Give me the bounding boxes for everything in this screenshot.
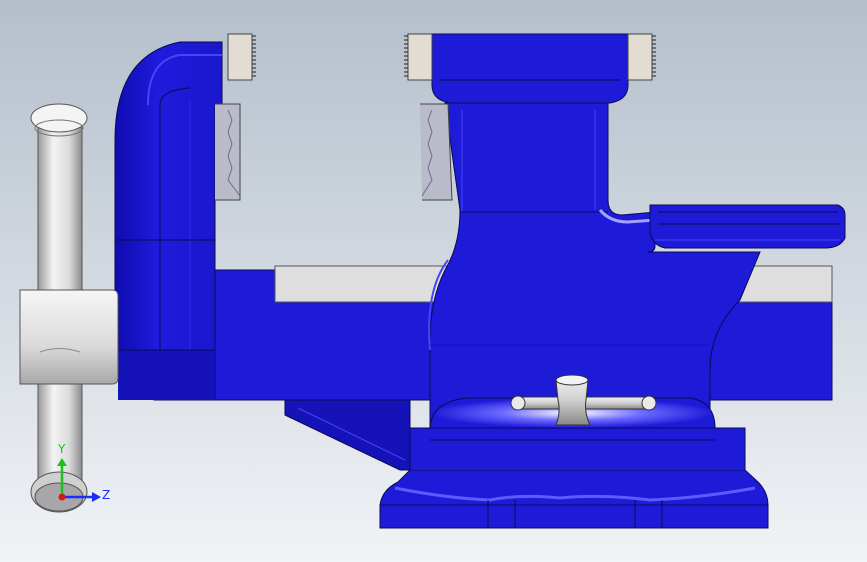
movable-jaw[interactable] (114, 41, 223, 401)
vise-base[interactable] (379, 427, 769, 529)
axis-z-label: Z (102, 488, 111, 502)
graphics-viewport[interactable]: Y Z (0, 0, 867, 562)
vise-3d-model[interactable] (0, 0, 867, 562)
axis-y-label: Y (58, 442, 66, 456)
